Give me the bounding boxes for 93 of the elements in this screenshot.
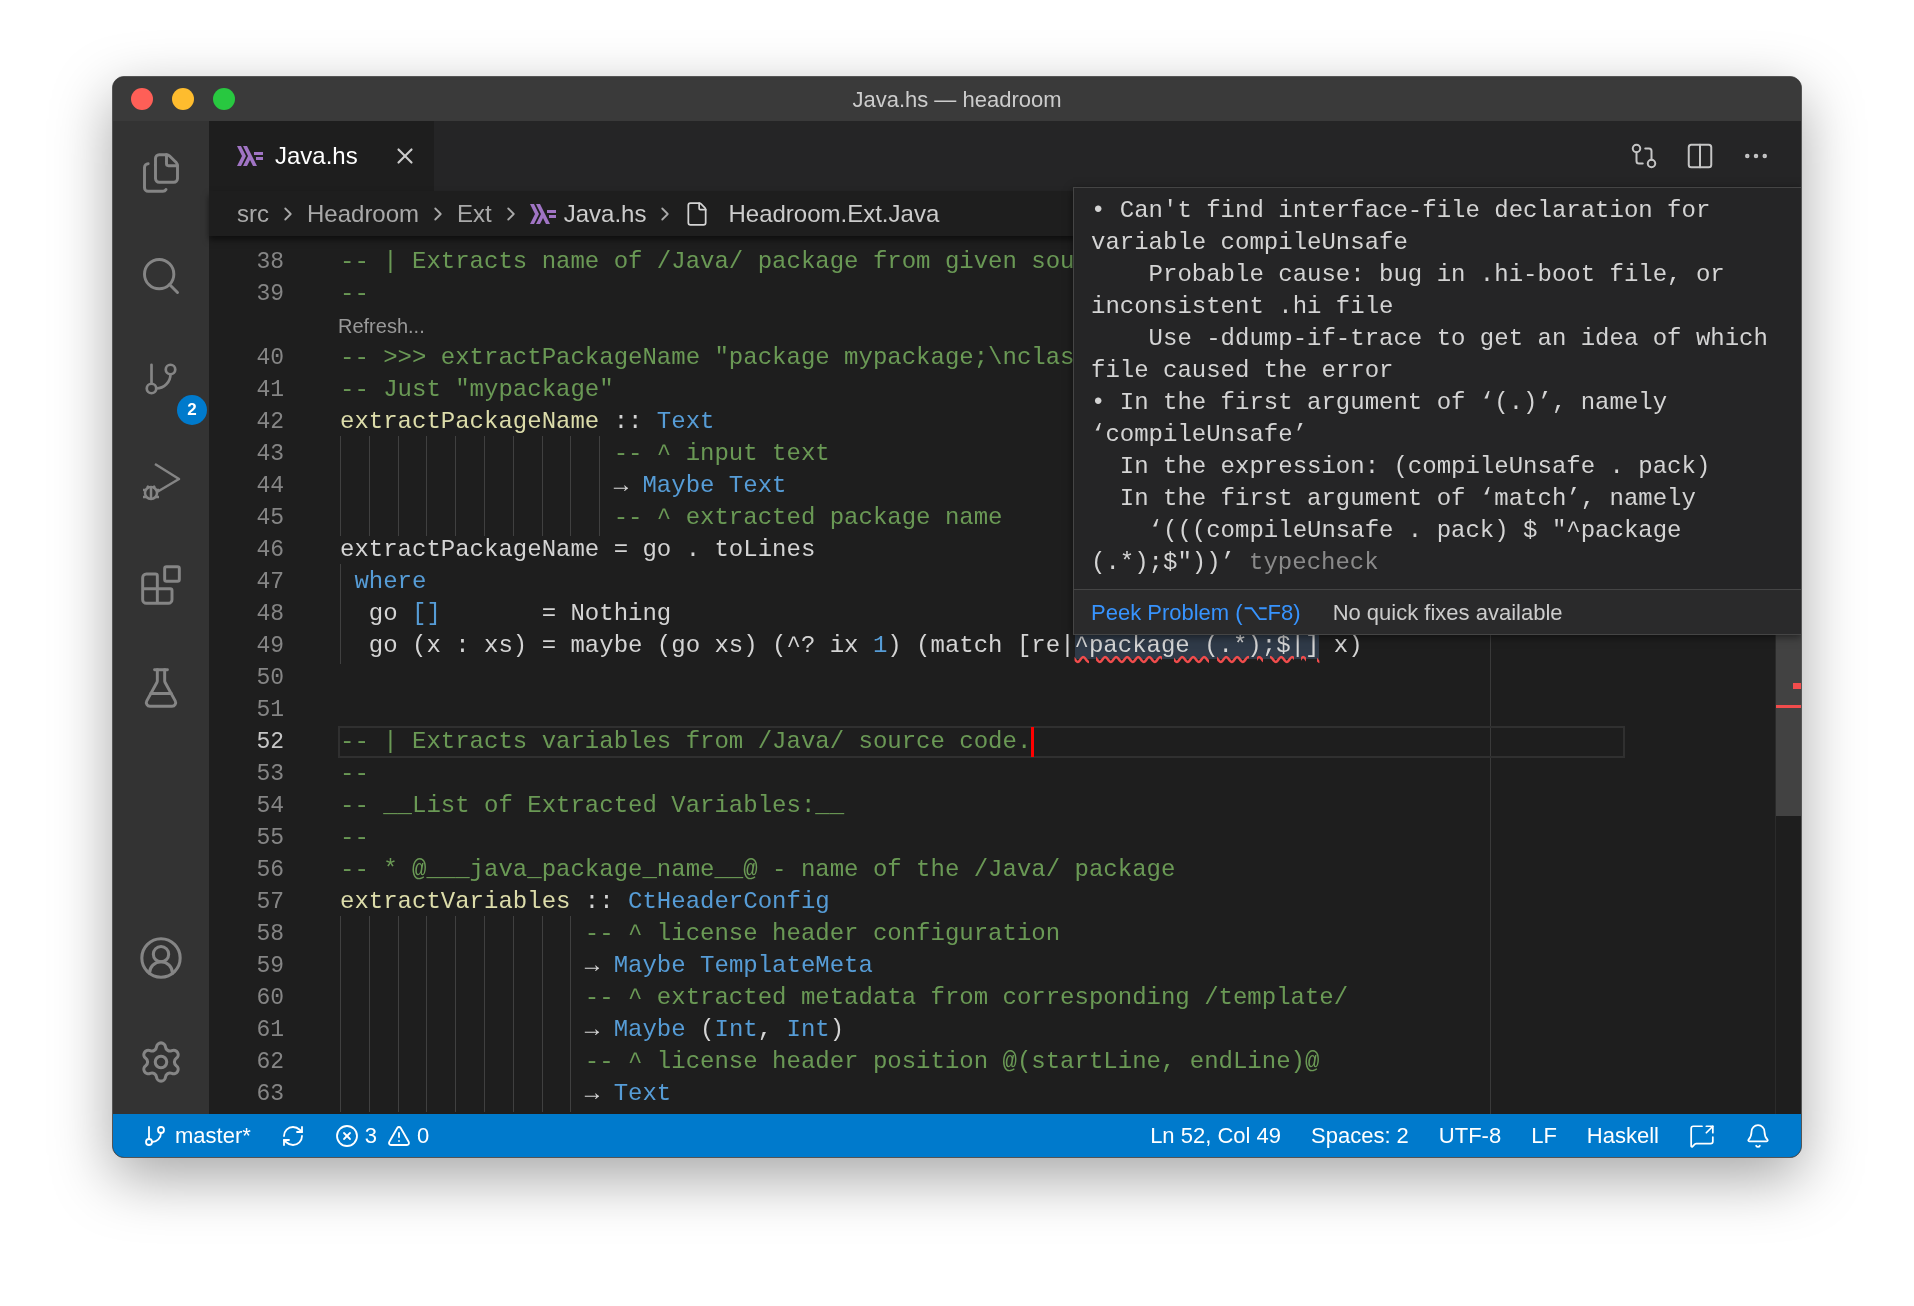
- code-line: -- ^ extracted package name: [340, 502, 1003, 534]
- message-line: variable compileUnsafe: [1091, 228, 1409, 258]
- status-item[interactable]: LF: [1531, 1119, 1557, 1152]
- branch-indicator[interactable]: master*: [143, 1119, 251, 1152]
- peek-problem-link[interactable]: Peek Problem (⌥F8): [1091, 595, 1301, 629]
- minimize-window-button[interactable]: [172, 88, 194, 110]
- error-icon: [334, 1123, 359, 1148]
- text-cursor: [1031, 727, 1035, 757]
- line-number: 39: [255, 279, 284, 309]
- warning-icon: [387, 1123, 412, 1148]
- code-line: extractPackageName = go . toLines: [340, 535, 816, 565]
- notification-badge: 2: [177, 395, 207, 425]
- haskell-icon: [237, 146, 263, 166]
- line-number: 62: [255, 1047, 284, 1077]
- line-number: 53: [255, 759, 284, 789]
- message-line: • Can't find interface-file declaration for: [1091, 196, 1712, 226]
- code-line: -- Just "mypackage": [340, 375, 614, 405]
- compare-icon[interactable]: [1629, 141, 1659, 171]
- breadcrumb-item[interactable]: Headroom.Ext.Java: [728, 195, 940, 232]
- scrollbar-thumb[interactable]: [1776, 633, 1801, 816]
- message-line: In the first argument of ‘match’, namely: [1118, 484, 1697, 514]
- message-line: inconsistent .hi file: [1091, 292, 1395, 322]
- quick-fix-note: No quick fixes available: [1332, 598, 1563, 627]
- line-number: 52: [255, 727, 284, 757]
- message-line: ‘(((compileUnsafe . pack) $ "^package: [1147, 516, 1683, 546]
- line-number: 41: [255, 375, 284, 405]
- codelens-link[interactable]: Refresh...: [338, 311, 425, 341]
- account-icon[interactable]: [138, 935, 184, 981]
- error-marker: [1776, 705, 1801, 708]
- window-title: Java.hs — headroom: [852, 85, 1062, 114]
- close-window-button[interactable]: [131, 88, 153, 110]
- line-number: 40: [255, 343, 284, 373]
- code-line: extractPackageName :: Text: [340, 407, 715, 437]
- message-line: file caused the error: [1091, 356, 1395, 386]
- breadcrumb-item[interactable]: Headroom: [307, 195, 420, 232]
- breadcrumb-item[interactable]: Java.hs: [563, 195, 647, 232]
- line-number: 46: [255, 535, 284, 565]
- code-line: -- * @___java_package_name__@ - name of the /Java/ package: [340, 855, 1176, 885]
- line-number: 61: [255, 1015, 284, 1045]
- branch-icon: [143, 1123, 167, 1148]
- breadcrumb-item[interactable]: src: [237, 195, 269, 232]
- problems-indicator[interactable]: 3 0: [334, 1119, 430, 1152]
- line-number: 56: [255, 855, 284, 885]
- feedback-icon[interactable]: [1689, 1122, 1715, 1149]
- line-number: 43: [255, 439, 284, 469]
- message-line: ‘compileUnsafe’: [1091, 420, 1309, 450]
- status-item[interactable]: UTF-8: [1438, 1119, 1502, 1152]
- code-line: --: [340, 759, 369, 789]
- haskell-icon: [529, 203, 556, 224]
- message-line: In the expression: (compileUnsafe . pack): [1118, 452, 1712, 482]
- extensions-icon[interactable]: [139, 562, 183, 607]
- code-line: -- | Extracts variables from /Java/ source code.: [340, 727, 1032, 757]
- code-line: --: [340, 823, 369, 853]
- line-number: 44: [255, 471, 284, 501]
- message-line: Probable cause: bug in .hi-boot file, or: [1147, 260, 1726, 290]
- line-number: 48: [255, 599, 284, 629]
- line-number: 45: [255, 503, 284, 533]
- code-line: -- __List of Extracted Variables:__: [340, 791, 845, 821]
- line-number: 47: [255, 567, 284, 597]
- line-number: 38: [255, 247, 284, 277]
- error-count: 3: [364, 1122, 378, 1150]
- line-number: 42: [255, 407, 284, 437]
- status-item[interactable]: Haskell: [1586, 1119, 1659, 1152]
- bell-icon[interactable]: [1745, 1122, 1771, 1149]
- line-number: 49: [255, 631, 284, 661]
- code-line: -- >>> extractPackageName "package mypackage;\nclas: [340, 343, 1075, 373]
- line-number: 63: [255, 1079, 284, 1109]
- code-line: --: [340, 279, 369, 309]
- message-line: (.*);$"))’: [1091, 548, 1236, 578]
- line-number: 51: [255, 695, 284, 725]
- line-number: 58: [255, 919, 284, 949]
- line-number: 60: [255, 983, 284, 1013]
- warning-count: 0: [417, 1122, 430, 1150]
- source-label: typecheck: [1249, 548, 1379, 578]
- error-marker: [1793, 683, 1801, 689]
- breadcrumb-item[interactable]: Ext: [457, 195, 492, 232]
- line-number: 50: [255, 663, 284, 693]
- line-number: 57: [255, 887, 284, 917]
- status-item[interactable]: Spaces: 2: [1311, 1119, 1409, 1152]
- zoom-window-button[interactable]: [213, 88, 235, 110]
- editor-tab[interactable]: Java.hs: [209, 121, 434, 191]
- sync-icon[interactable]: [280, 1123, 305, 1148]
- code-line: extractVariables :: CtHeaderConfig: [340, 887, 830, 917]
- message-line: • In the first argument of ‘(.)’, namely: [1091, 388, 1669, 418]
- line-number: 59: [255, 951, 284, 981]
- line-number: 54: [255, 791, 284, 821]
- branch-name: master*: [175, 1122, 251, 1150]
- code-line: -- | Extracts name of /Java/ package from given sou: [340, 247, 1075, 277]
- message-line: Use -ddump-if-trace to get an idea of which: [1147, 324, 1769, 354]
- line-number: 55: [255, 823, 284, 853]
- code-line: → Text: [340, 1078, 672, 1110]
- status-item[interactable]: Ln 52, Col 49: [1150, 1119, 1281, 1152]
- split-editor-icon[interactable]: [1685, 141, 1715, 171]
